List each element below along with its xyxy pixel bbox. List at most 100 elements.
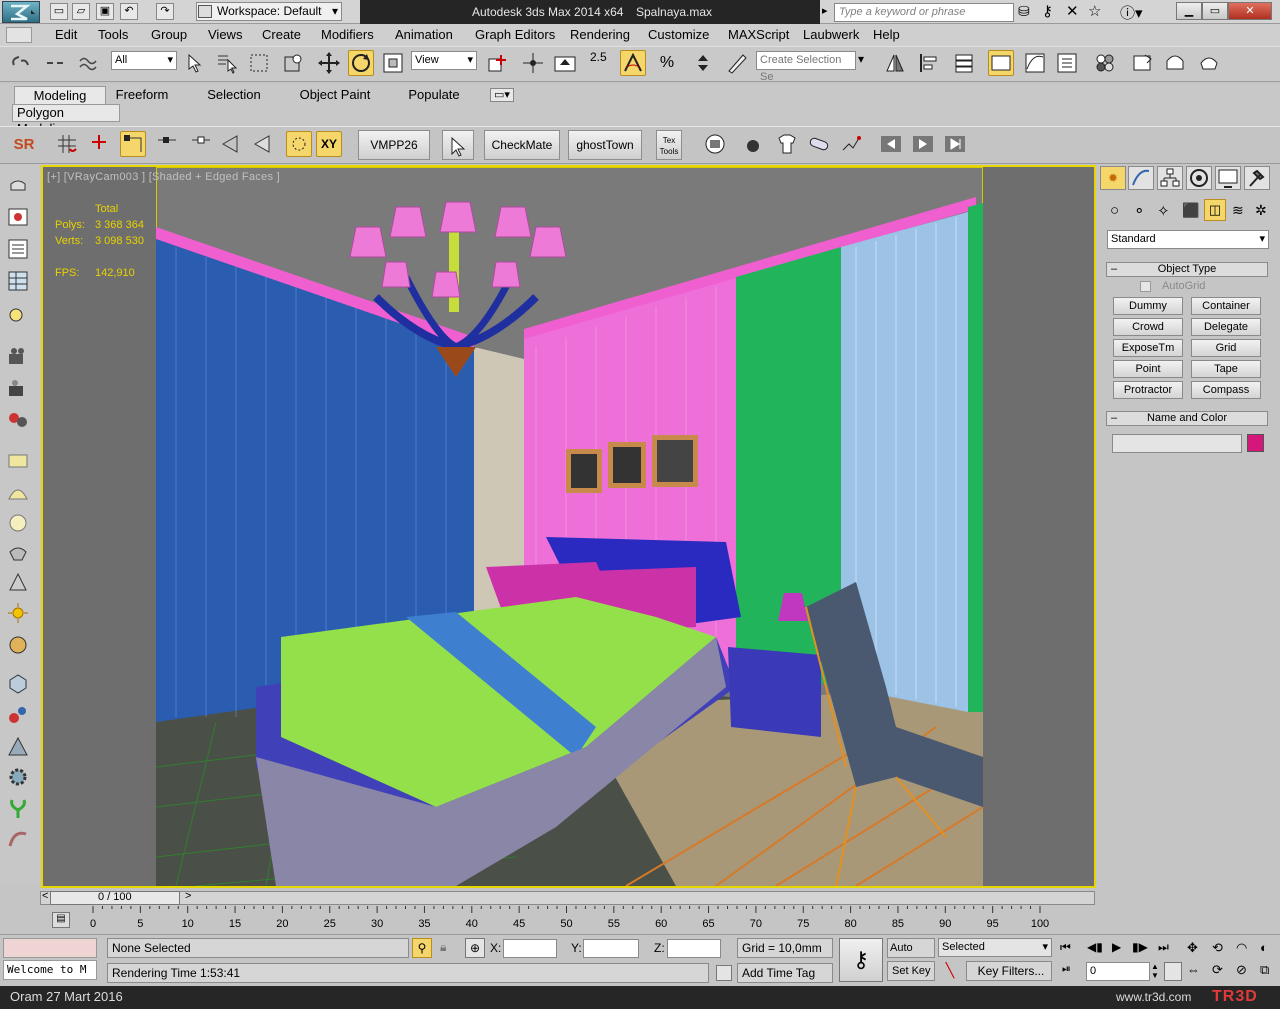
walkthrough-icon[interactable]: ⇔ (1187, 962, 1200, 977)
subscription-icon[interactable]: ✕ (1066, 2, 1079, 20)
select-manipulate-icon[interactable] (520, 50, 546, 76)
key-filters-button[interactable]: Key Filters... (966, 961, 1052, 981)
dummy-button[interactable]: Dummy (1113, 297, 1183, 315)
minimize-button[interactable]: ▁ (1176, 2, 1202, 20)
window-crossing-icon[interactable] (280, 50, 306, 76)
time-slider[interactable]: < 0 / 100 > (40, 890, 1095, 906)
film-icon[interactable] (6, 410, 32, 434)
graphite-toolbar-icon[interactable] (988, 50, 1014, 76)
tape-button[interactable]: Tape (1191, 360, 1261, 378)
redo-icon[interactable]: ↷ (156, 3, 174, 20)
x-coordinate-input[interactable] (503, 939, 557, 958)
pivot-center-icon[interactable] (484, 50, 510, 76)
vertex-snap-icon[interactable] (120, 131, 146, 157)
autogrid-checkbox[interactable] (1140, 281, 1151, 292)
prev-frame-icon[interactable]: ◀▮ (1087, 940, 1103, 954)
menu-rendering[interactable]: Rendering (570, 27, 630, 43)
sphere-icon[interactable] (740, 131, 766, 157)
molecule-icon[interactable] (6, 704, 32, 728)
ies-icon[interactable] (6, 634, 32, 658)
dome-icon[interactable] (6, 482, 32, 506)
shapes-icon[interactable]: ⚬ (1133, 202, 1146, 220)
grid-button[interactable]: Grid (1191, 339, 1261, 357)
align-icon[interactable] (916, 50, 942, 76)
face-snap-icon[interactable] (250, 131, 276, 157)
modify-tab-icon[interactable] (1128, 166, 1154, 190)
object-color-swatch[interactable] (1247, 434, 1264, 452)
go-to-end-icon[interactable]: ⏭ (1158, 940, 1169, 955)
menu-modifiers[interactable]: Modifiers (321, 27, 374, 43)
tab-populate[interactable]: Populate (398, 86, 470, 104)
menu-maxscript[interactable]: MAXScript (728, 27, 789, 43)
menu-group[interactable]: Group (151, 27, 187, 43)
mirror-icon[interactable] (882, 50, 908, 76)
close-button[interactable]: ✕ (1228, 2, 1272, 20)
y-coordinate-input[interactable] (583, 939, 639, 958)
named-selection-input[interactable]: Create Selection Se (756, 51, 856, 83)
menu-tools[interactable]: Tools (98, 27, 128, 43)
menu-graph-editors[interactable]: Graph Editors (475, 27, 555, 43)
cursor-tool-button[interactable] (442, 130, 474, 160)
spot-icon[interactable] (6, 542, 32, 566)
dolly-icon[interactable]: ◐ (1260, 940, 1268, 955)
delegate-button[interactable]: Delegate (1191, 318, 1261, 336)
menu-edit[interactable]: Edit (55, 27, 77, 43)
layer-manager-icon[interactable] (952, 50, 978, 76)
app-logo[interactable] (2, 1, 40, 23)
teapot-icon[interactable] (6, 174, 32, 198)
exposetm-button[interactable]: ExposeTm (1113, 339, 1183, 357)
binoculars-icon[interactable]: ⛁ (1018, 3, 1030, 20)
rect-selection-icon[interactable] (246, 50, 272, 76)
percent-snap-icon[interactable]: % (654, 50, 680, 76)
prev-key-icon[interactable] (878, 131, 904, 157)
capsule-icon[interactable] (806, 131, 832, 157)
camera2-icon[interactable] (6, 378, 32, 402)
unlink-icon[interactable] (42, 50, 68, 76)
motion-tab-icon[interactable] (1186, 166, 1212, 190)
gear-icon[interactable] (6, 766, 32, 790)
material-editor-icon[interactable] (1092, 50, 1118, 76)
crowd-button[interactable]: Crowd (1113, 318, 1183, 336)
vmpp26-button[interactable]: VMPP26 (358, 130, 430, 160)
maxscript-mini-listener[interactable]: Welcome to M (3, 960, 97, 980)
viewport[interactable]: [+] [VRayCam003 ] [Shaded + Edged Faces … (41, 165, 1096, 888)
snap-settings-icon[interactable] (286, 131, 312, 157)
save-icon[interactable]: ▣ (96, 3, 114, 20)
systems-icon[interactable]: ✲ (1255, 202, 1267, 219)
sphere-light-icon[interactable] (6, 512, 32, 536)
menu-create[interactable]: Create (262, 27, 301, 43)
go-to-start-icon[interactable]: ⏮ (1060, 940, 1071, 955)
scale-icon[interactable] (380, 50, 406, 76)
edge-snap-icon[interactable] (218, 131, 244, 157)
link-icon[interactable] (8, 50, 34, 76)
rotate-icon[interactable] (348, 50, 374, 76)
menu-help[interactable]: Help (873, 27, 900, 43)
protractor-button[interactable]: Protractor (1113, 381, 1183, 399)
list-icon[interactable] (6, 238, 32, 262)
sun-icon[interactable] (6, 602, 32, 626)
chevron-down-icon[interactable]: ▾ (858, 52, 864, 66)
new-file-icon[interactable]: ▭ (50, 3, 68, 20)
open-file-icon[interactable]: ▱ (72, 3, 90, 20)
create-tab-icon[interactable]: ✹ (1100, 166, 1126, 190)
auto-key-button[interactable]: Auto Key (887, 938, 935, 972)
sr-button[interactable]: SR (8, 132, 40, 158)
move-icon[interactable] (316, 50, 342, 76)
render-frame-icon[interactable] (1162, 50, 1188, 76)
favorites-icon[interactable]: ☆ (1088, 2, 1101, 20)
tab-selection[interactable]: Selection (198, 86, 270, 104)
roll-icon[interactable]: ⊘ (1236, 962, 1247, 978)
plane-icon[interactable] (6, 450, 32, 474)
timeline-ruler[interactable]: 0 5 10 15 20 25 30 35 40 45 50 55 60 65 70 75 80 85 90 95 10… (78, 906, 1078, 934)
next-key-icon[interactable] (942, 131, 968, 157)
table-icon[interactable] (6, 270, 32, 294)
ghosttown-button[interactable]: ghostTown (568, 130, 642, 160)
light-icon[interactable] (6, 306, 32, 330)
maximize-viewport-icon[interactable]: ⧉ (1260, 962, 1269, 978)
particle-icon[interactable] (838, 131, 864, 157)
search-arrow-icon[interactable]: ▸ (822, 4, 828, 17)
point-button[interactable]: Point (1113, 360, 1183, 378)
isolate-icon[interactable]: ⚲ (412, 938, 432, 958)
pan-icon[interactable]: ✥ (1187, 940, 1198, 956)
compass-button[interactable]: Compass (1191, 381, 1261, 399)
